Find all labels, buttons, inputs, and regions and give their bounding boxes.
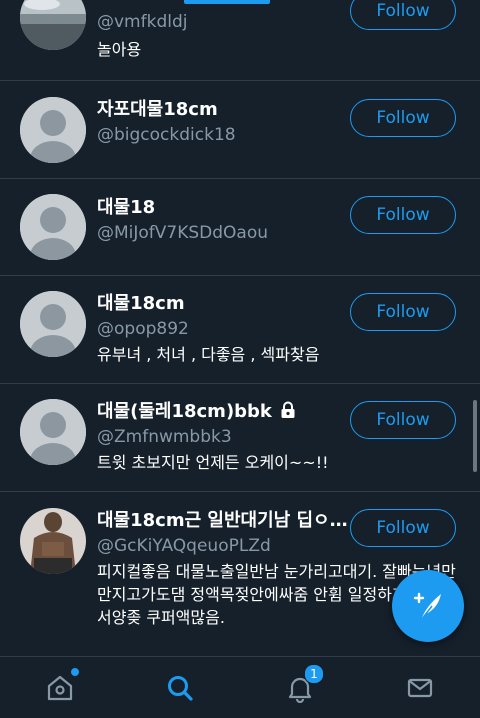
avatar[interactable] [20, 0, 86, 50]
avatar[interactable] [20, 399, 86, 465]
user-display-name: 대물18 [97, 197, 156, 218]
follow-button[interactable]: Follow [350, 401, 456, 439]
avatar[interactable] [20, 194, 86, 260]
default-avatar-icon [20, 97, 86, 163]
user-display-name: 대물18cm [97, 293, 185, 314]
photo-avatar-icon [20, 0, 86, 50]
user-info: @vmfkdldj 놀아용 [97, 12, 350, 61]
new-content-dot [70, 667, 80, 677]
follow-button[interactable]: Follow [350, 99, 456, 137]
search-results-screen: @vmfkdldj 놀아용 Follow 자포대물18cm @bigcockdi… [0, 0, 480, 718]
user-row[interactable]: 대물18cm @opop892 유부녀 , 처녀 , 다좋음 , 섹파찾음 Fo… [0, 275, 480, 384]
user-display-name: 대물(둘레18cm)bbk [97, 401, 272, 422]
user-handle: @bigcockdick18 [97, 125, 236, 145]
notification-count-badge: 1 [304, 664, 324, 684]
user-info: 대물18 @MiJofV7KSDdOaou [97, 193, 350, 243]
avatar[interactable] [20, 508, 86, 574]
user-display-name: 대물18cm근 일반대기남 딥ㅇ… [97, 510, 348, 531]
user-row[interactable]: @vmfkdldj 놀아용 Follow [0, 0, 480, 81]
compose-tweet-button[interactable] [392, 570, 464, 642]
user-handle: @vmfkdldj [97, 12, 188, 32]
tab-messages[interactable] [403, 671, 437, 705]
user-info: 자포대물18cm @bigcockdick18 [97, 95, 350, 145]
follow-button[interactable]: Follow [350, 0, 456, 30]
user-bio: 트윗 초보지만 언제든 오케이~~!! [97, 453, 329, 472]
user-row[interactable]: 자포대물18cm @bigcockdick18 Follow [0, 80, 480, 179]
user-row[interactable]: 대물(둘레18cm)bbk @Zmfnwmbbk3 트윗 초보지만 언제든 오케… [0, 383, 480, 492]
default-avatar-icon [20, 399, 86, 465]
user-info: 대물(둘레18cm)bbk @Zmfnwmbbk3 트윗 초보지만 언제든 오케… [97, 397, 350, 474]
mail-icon [407, 678, 433, 698]
tab-home[interactable] [43, 667, 80, 705]
search-icon [168, 676, 193, 701]
user-row[interactable]: 대물18 @MiJofV7KSDdOaou Follow [0, 178, 480, 276]
default-avatar-icon [20, 291, 86, 357]
lock-icon [281, 401, 295, 418]
tab-search[interactable] [163, 671, 197, 705]
follow-button[interactable]: Follow [350, 293, 456, 331]
photo-avatar-icon [20, 508, 86, 574]
user-bio: 놀아용 [97, 40, 142, 59]
user-handle: @opop892 [97, 319, 189, 339]
home-icon [47, 675, 73, 701]
user-handle: @MiJofV7KSDdOaou [97, 223, 269, 243]
avatar[interactable] [20, 97, 86, 163]
compose-feather-icon [413, 592, 441, 621]
scrollbar[interactable] [473, 400, 477, 472]
user-handle: @Zmfnwmbbk3 [97, 427, 232, 447]
tab-notifications[interactable]: 1 [283, 664, 324, 705]
default-avatar-icon [20, 194, 86, 260]
user-bio: 유부녀 , 처녀 , 다좋음 , 섹파찾음 [97, 345, 320, 364]
follow-button[interactable]: Follow [350, 196, 456, 234]
user-display-name: 자포대물18cm [97, 99, 218, 120]
user-info: 대물18cm @opop892 유부녀 , 처녀 , 다좋음 , 섹파찾음 [97, 289, 350, 366]
bottom-tab-bar: 1 [0, 656, 480, 718]
avatar[interactable] [20, 291, 86, 357]
follow-button[interactable]: Follow [350, 509, 456, 547]
